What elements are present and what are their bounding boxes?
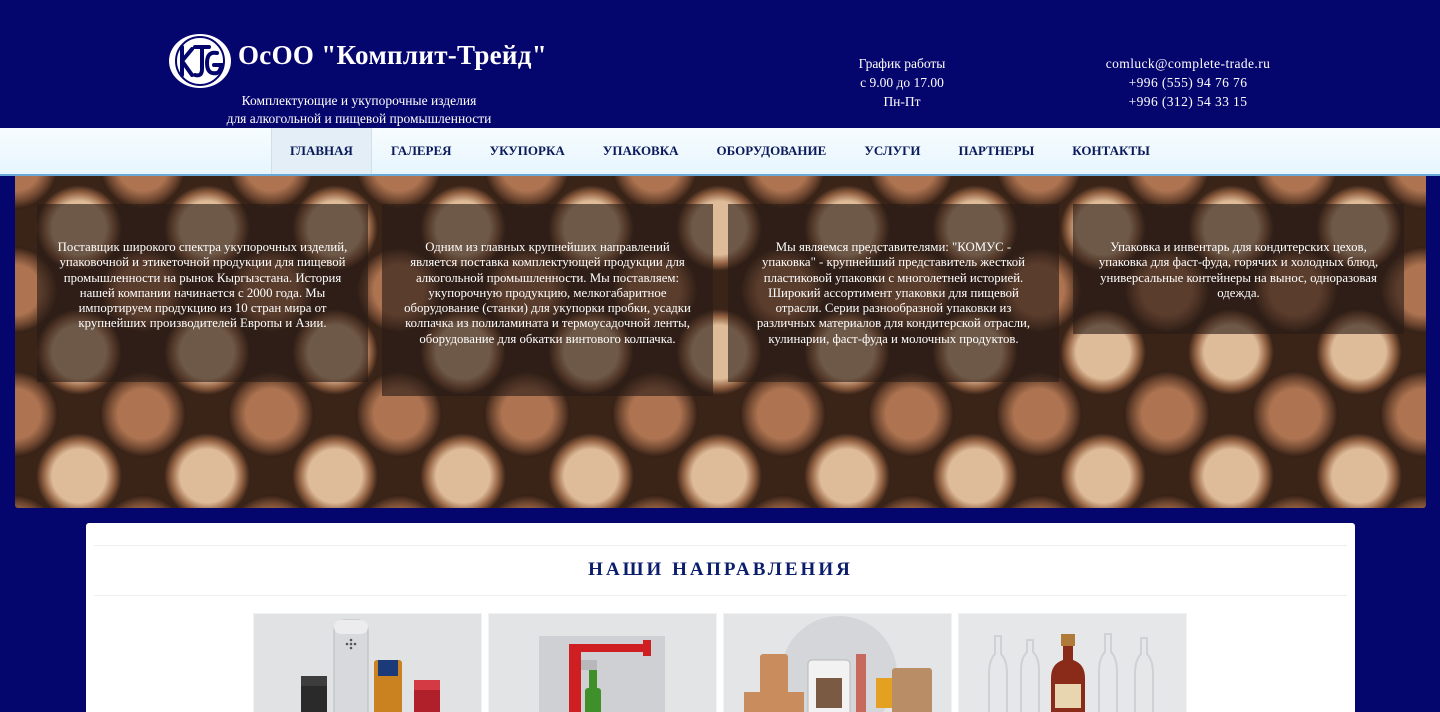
email-link[interactable]: comluck@complete-trade.ru <box>1078 54 1298 73</box>
company-name[interactable]: ОсОО "Комплит-Трейд" <box>238 40 547 71</box>
tagline-line-1: Комплектующие и укупорочные изделия <box>241 93 477 108</box>
hero-banner-corks: Поставщик широкого спектра укупорочных и… <box>15 176 1426 508</box>
corking-machine-image[interactable] <box>488 613 717 712</box>
food-packaging-image[interactable] <box>723 613 952 712</box>
bottle-caps-image[interactable] <box>253 613 482 712</box>
section-title: НАШИ НАПРАВЛЕНИЯ <box>588 559 853 580</box>
contact-info: comluck@complete-trade.ru +996 (555) 94 … <box>1078 54 1298 111</box>
directions-section: НАШИ НАПРАВЛЕНИЯ <box>86 523 1355 712</box>
hero-box-alcohol: Одним из главных крупнейших направлений … <box>382 204 713 396</box>
nav-item-equipment[interactable]: ОБОРУДОВАНИЕ <box>698 128 846 174</box>
hero-box-confectionery: Упаковка и инвентарь для кондитерских це… <box>1073 204 1404 334</box>
hours-time: с 9.00 до 17.00 <box>860 75 944 90</box>
section-divider-top <box>94 545 1347 546</box>
glass-bottles-image[interactable] <box>958 613 1187 712</box>
site-header: ОсОО "Комплит-Трейд" Комплектующие и уку… <box>0 0 1440 128</box>
kt-monogram-logo-icon[interactable] <box>169 34 231 88</box>
nav-item-home[interactable]: ГЛАВНАЯ <box>271 128 372 174</box>
nav-item-contacts[interactable]: КОНТАКТЫ <box>1053 128 1169 174</box>
nav-item-gallery[interactable]: ГАЛЕРЕЯ <box>372 128 471 174</box>
hours-title: График работы <box>858 56 946 71</box>
nav-item-closures[interactable]: УКУПОРКА <box>471 128 584 174</box>
nav-items: ГЛАВНАЯ ГАЛЕРЕЯ УКУПОРКА УПАКОВКА ОБОРУД… <box>271 128 1169 174</box>
direction-cards <box>253 613 1187 712</box>
phone-1[interactable]: +996 (555) 94 76 76 <box>1078 73 1298 92</box>
work-hours: График работы с 9.00 до 17.00 Пн-Пт <box>822 54 982 111</box>
hours-days: Пн-Пт <box>883 94 921 109</box>
hero-box-komus: Мы являемся представителями: "КОМУС - уп… <box>728 204 1059 382</box>
company-tagline: Комплектующие и укупорочные изделия для … <box>200 92 518 128</box>
section-divider-bottom <box>94 595 1347 596</box>
nav-item-partners[interactable]: ПАРТНЕРЫ <box>940 128 1054 174</box>
nav-item-packaging[interactable]: УПАКОВКА <box>584 128 698 174</box>
tagline-line-2: для алкогольной и пищевой промышленности <box>226 111 492 126</box>
phone-2[interactable]: +996 (312) 54 33 15 <box>1078 92 1298 111</box>
main-nav: ГЛАВНАЯ ГАЛЕРЕЯ УКУПОРКА УПАКОВКА ОБОРУД… <box>0 128 1440 176</box>
nav-item-services[interactable]: УСЛУГИ <box>845 128 939 174</box>
hero-box-about: Поставщик широкого спектра укупорочных и… <box>37 204 368 382</box>
